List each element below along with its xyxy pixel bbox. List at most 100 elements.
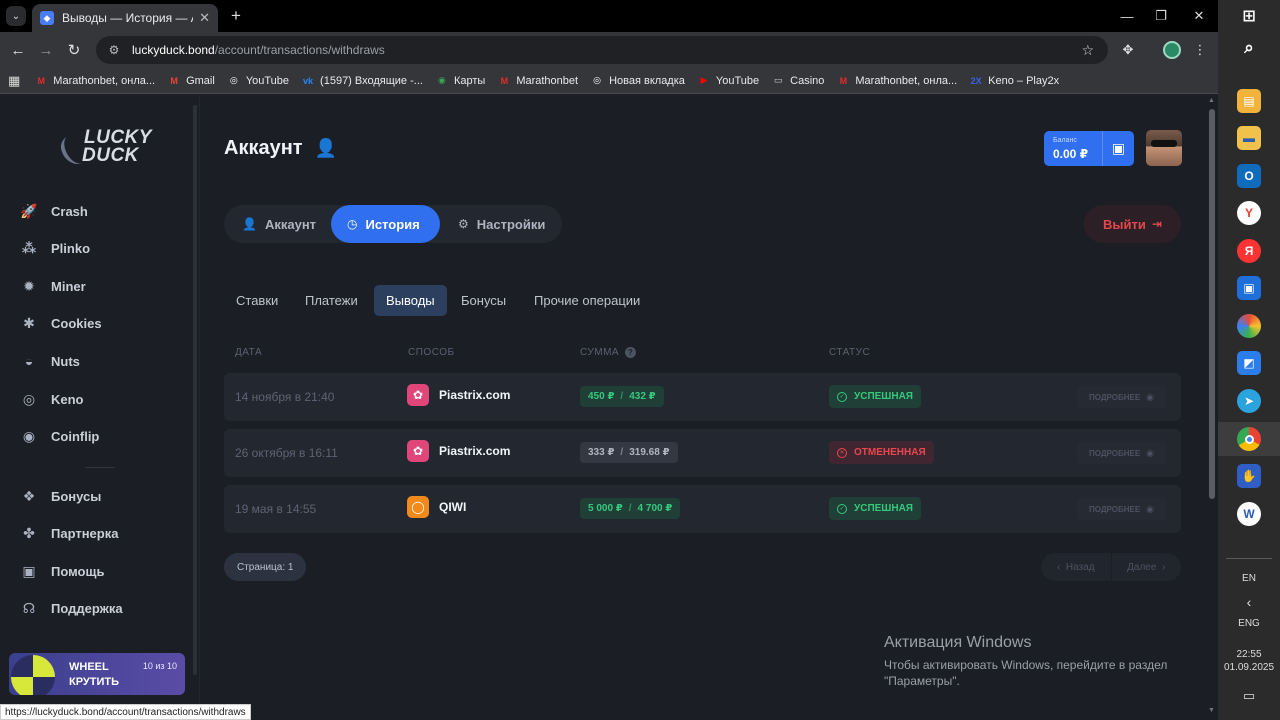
bookmark-item[interactable]: M Gmail — [167, 74, 215, 88]
input-language-short[interactable]: EN — [1218, 573, 1280, 584]
search-icon[interactable]: ⌕ — [1237, 36, 1261, 60]
details-button[interactable]: ПОДРОБНЕЕ ◉ — [1077, 442, 1166, 464]
sidebar-item-label: Miner — [51, 278, 86, 294]
status-label: УСПЕШНАЯ — [854, 503, 913, 514]
tab-history[interactable]: ◷ История — [331, 205, 440, 243]
shield-app-icon[interactable]: ✋ — [1237, 464, 1261, 488]
balance-label: Баланс — [1053, 137, 1077, 144]
bookmark-item[interactable]: M Marathonbet, онла... — [836, 74, 958, 88]
table-row: 14 ноября в 21:40 ✿ Piastrix.com 450 ₽ / 432 … — [224, 373, 1181, 421]
minimize-window-button[interactable]: — — [1110, 4, 1144, 28]
scroll-up-arrow-icon[interactable]: ▲ — [1208, 97, 1215, 104]
marathonbet-icon: M — [839, 75, 848, 86]
clock-time[interactable]: 22:55 — [1218, 649, 1280, 660]
sidebar-item-помощь[interactable]: ▣ Помощь — [20, 562, 104, 580]
sidebar-item-crash[interactable]: 🚀 Crash — [20, 202, 88, 220]
sidebar-item-miner[interactable]: ✹ Miner — [20, 277, 86, 295]
tab-settings[interactable]: ⚙ Настройки — [442, 205, 561, 243]
yandex-browser-icon[interactable]: Y — [1237, 201, 1261, 225]
reload-button[interactable]: ↻ — [62, 38, 86, 62]
close-tab-icon[interactable]: ✕ — [199, 10, 210, 26]
bookmark-item[interactable]: ◎ YouTube — [227, 74, 289, 88]
apps-grid-icon[interactable]: ▦ — [8, 73, 20, 89]
subtab-bonuses[interactable]: Бонусы — [449, 285, 518, 316]
pagination: ‹ Назад Далее › — [1041, 553, 1181, 581]
next-page-button[interactable]: Далее › — [1112, 553, 1182, 581]
app-window-icon[interactable]: ▣ — [1237, 276, 1261, 300]
tab-account[interactable]: 👤 Аккаунт — [226, 205, 332, 243]
bookmark-item[interactable]: ▶ YouTube — [697, 74, 759, 88]
clock-date[interactable]: 01.09.2025 — [1218, 662, 1280, 673]
logout-button[interactable]: Выйти ⇥ — [1084, 205, 1181, 243]
column-header-amount: СУММА ? — [580, 347, 637, 358]
back-button[interactable]: ← — [6, 38, 30, 62]
bookmark-item[interactable]: ◉ Карты — [435, 74, 485, 88]
tab-search-button[interactable]: ⌄ — [6, 6, 26, 26]
bookmark-label: Карты — [453, 74, 486, 87]
file-explorer-icon[interactable]: ▬ — [1237, 126, 1261, 150]
input-language[interactable]: ENG — [1218, 618, 1280, 629]
bookmark-star-icon[interactable]: ☆ — [1081, 42, 1094, 59]
forward-button[interactable]: → — [34, 38, 58, 62]
close-window-button[interactable]: ✕ — [1182, 4, 1216, 28]
bookmark-label: Marathonbet, онла... — [53, 74, 156, 87]
photos-icon[interactable]: ◩ — [1237, 351, 1261, 375]
sidebar-item-партнерка[interactable]: ✤ Партнерка — [20, 525, 118, 543]
avatar[interactable] — [1146, 130, 1182, 166]
subtab-bets[interactable]: Ставки — [224, 285, 290, 316]
site-logo[interactable]: LUCKY DUCK — [57, 125, 151, 175]
scrollbar-thumb[interactable] — [1209, 109, 1215, 499]
page-scrollbar[interactable]: ▲ ▼ — [1206, 95, 1218, 720]
address-bar[interactable]: ⚙ luckyduck.bond/account/transactions/wi… — [96, 36, 1108, 64]
bookmark-item[interactable]: 2X Keno – Play2x — [969, 74, 1059, 88]
microsoft-store-icon[interactable]: ▤ — [1237, 89, 1261, 113]
subtab-payments[interactable]: Платежи — [293, 285, 370, 316]
chrome-icon[interactable] — [1237, 427, 1261, 451]
wordpress-icon[interactable]: W — [1237, 502, 1261, 526]
bookmark-item[interactable]: M Marathonbet, онла... — [34, 74, 156, 88]
help-icon[interactable]: ? — [625, 347, 637, 358]
eye-icon: ◉ — [1146, 447, 1155, 458]
colorful-app-icon[interactable] — [1237, 314, 1261, 338]
prev-page-button[interactable]: ‹ Назад — [1041, 553, 1112, 581]
wheel-banner[interactable]: WHEEL КРУТИТЬ 10 из 10 — [9, 653, 185, 695]
extensions-icon[interactable]: ✥ — [1116, 38, 1140, 62]
subtab-other[interactable]: Прочие операции — [522, 285, 652, 316]
bookmark-item[interactable]: ◎ Новая вкладка — [590, 74, 685, 88]
balance-widget[interactable]: Баланс 0.00 ₽ ▣ — [1044, 131, 1134, 166]
restore-window-button[interactable]: ❐ — [1144, 4, 1178, 28]
scroll-down-arrow-icon[interactable]: ▼ — [1208, 707, 1215, 714]
status-badge: ✓ УСПЕШНАЯ — [829, 497, 921, 520]
sidebar-item-cookies[interactable]: ✱ Cookies — [20, 315, 101, 333]
details-button[interactable]: ПОДРОБНЕЕ ◉ — [1077, 498, 1166, 520]
browser-menu-icon[interactable]: ⋮ — [1188, 38, 1212, 62]
sidebar-item-бонусы[interactable]: ❖ Бонусы — [20, 487, 102, 505]
bookmark-label: Gmail — [186, 74, 215, 87]
site-info-icon[interactable]: ⚙ — [106, 42, 122, 58]
windows-start-icon[interactable]: ⊞ — [1237, 4, 1261, 28]
sidebar-item-поддержка[interactable]: ☊ Поддержка — [20, 600, 123, 618]
bookmark-item[interactable]: M Marathonbet — [497, 74, 579, 88]
new-tab-button[interactable]: + — [226, 6, 246, 26]
sidebar-item-nuts[interactable]: ◒ Nuts — [20, 352, 80, 370]
telegram-icon[interactable]: ➤ — [1237, 389, 1261, 413]
browser-tab[interactable]: ◆ Выводы — История — Аккаунт ✕ — [32, 4, 218, 32]
yandex-icon[interactable]: Я — [1237, 239, 1261, 263]
wallet-icon[interactable]: ▣ — [1102, 131, 1134, 166]
bookmark-item[interactable]: vk (1597) Входящие -... — [301, 74, 423, 88]
sidebar-item-plinko[interactable]: ⁂ Plinko — [20, 240, 90, 258]
browser-tab-title: Выводы — История — Аккаунт — [62, 11, 193, 25]
cancel-circle-icon: ✕ — [837, 447, 847, 458]
row-amount-gross: 450 ₽ — [588, 391, 615, 402]
outlook-icon[interactable]: O — [1237, 164, 1261, 188]
bookmark-item[interactable]: ▭ Casino — [771, 74, 825, 88]
profile-button[interactable] — [1160, 38, 1184, 62]
table-row: 19 мая в 14:55 ◯ QIWI 5 000 ₽ / 4 700 ₽ ✓ УСПЕШ… — [224, 485, 1181, 533]
details-button[interactable]: ПОДРОБНЕЕ ◉ — [1077, 386, 1166, 408]
sidebar-scrollbar[interactable] — [193, 105, 197, 675]
sidebar-item-keno[interactable]: ◎ Keno — [20, 390, 84, 408]
sidebar-item-coinflip[interactable]: ◉ Coinflip — [20, 428, 100, 446]
subtab-withdrawals[interactable]: Выводы — [374, 285, 447, 316]
chevron-left-icon[interactable]: ‹ — [1218, 594, 1280, 610]
notifications-icon[interactable]: ▭ — [1218, 688, 1280, 704]
